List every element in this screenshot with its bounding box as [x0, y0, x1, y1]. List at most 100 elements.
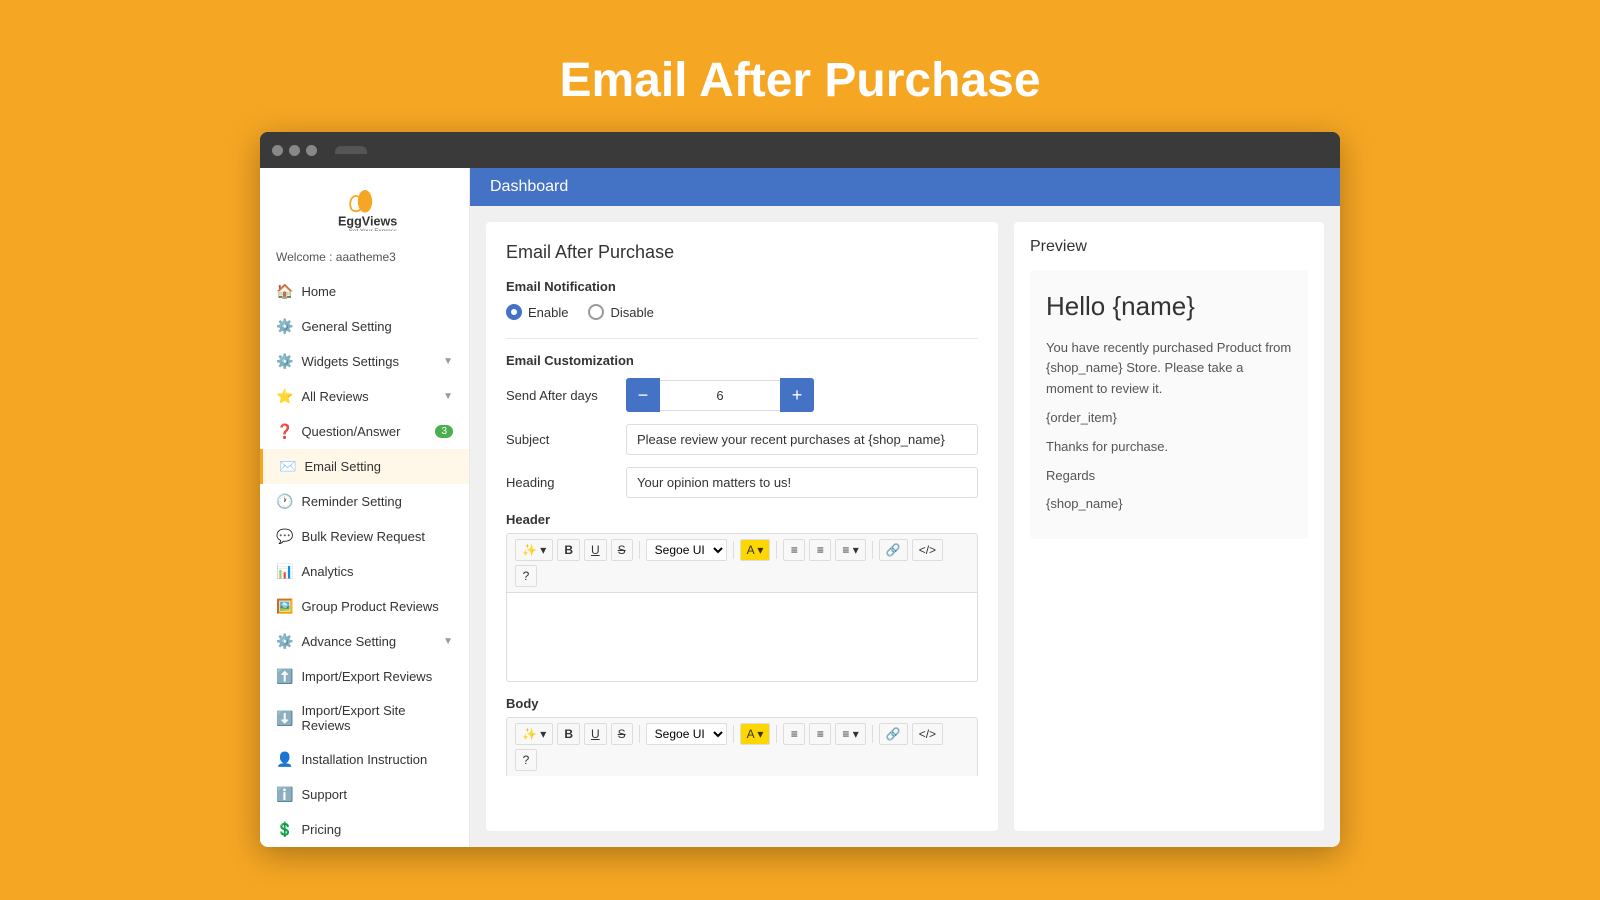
toolbar-help-btn[interactable]: ? — [515, 565, 537, 587]
nav-item-email-setting[interactable]: ✉️ Email Setting — [260, 449, 469, 484]
nav-label: Support — [301, 787, 347, 802]
preview-line2: {order_item} — [1046, 408, 1292, 429]
download-icon: ⬇️ — [276, 710, 293, 727]
body-toolbar-magic-btn[interactable]: ✨ ▾ — [515, 723, 553, 745]
body-toolbar-separator-3 — [776, 725, 777, 743]
toolbar-strikethrough-btn[interactable]: S — [611, 539, 633, 561]
nav-item-advance-setting[interactable]: ⚙️ Advance Setting ▼ — [260, 624, 469, 659]
qa-badge: 3 — [435, 425, 453, 438]
toolbar-separator-4 — [872, 541, 873, 559]
toolbar-code-btn[interactable]: </> — [912, 539, 943, 561]
stepper-plus-button[interactable]: + — [780, 378, 814, 412]
group-icon: 🖼️ — [276, 598, 293, 615]
nav-label: Installation Instruction — [301, 752, 427, 767]
nav-item-pricing[interactable]: 💲 Pricing — [260, 812, 469, 847]
nav-label: Question/Answer — [301, 424, 400, 439]
chevron-icon-3: ▼ — [443, 636, 453, 647]
nav-item-installation[interactable]: 👤 Installation Instruction — [260, 742, 469, 777]
toolbar-font-select[interactable]: Segoe UI — [646, 539, 727, 561]
preview-panel: Preview Hello {name} You have recently p… — [1014, 222, 1324, 831]
nav-label: Bulk Review Request — [301, 529, 425, 544]
toolbar-underline-btn[interactable]: U — [584, 539, 607, 561]
body-toolbar-link-btn[interactable]: 🔗 — [879, 723, 908, 745]
gear-icon: ⚙️ — [276, 318, 293, 335]
body-toolbar-bold-btn[interactable]: B — [557, 723, 580, 745]
stepper-row: − + — [626, 378, 814, 412]
body-toolbar-separator-4 — [872, 725, 873, 743]
disable-radio-option[interactable]: Disable — [588, 304, 653, 320]
stepper-value-input[interactable] — [660, 380, 780, 411]
heading-label: Heading — [506, 475, 616, 490]
disable-radio-circle[interactable] — [588, 304, 604, 320]
nav-item-analytics[interactable]: 📊 Analytics — [260, 554, 469, 589]
toolbar-ol-btn[interactable]: ≡ — [809, 539, 831, 561]
nav-label: Widgets Settings — [301, 354, 399, 369]
preview-content: Hello {name} You have recently purchased… — [1030, 270, 1308, 539]
nav-item-reminder-setting[interactable]: 🕐 Reminder Setting — [260, 484, 469, 519]
email-icon: ✉️ — [279, 458, 296, 475]
toolbar-separator-2 — [733, 541, 734, 559]
nav-item-question-answer[interactable]: ❓ Question/Answer 3 — [260, 414, 469, 449]
body-toolbar-underline-btn[interactable]: U — [584, 723, 607, 745]
body-toolbar-font-select[interactable]: Segoe UI — [646, 723, 727, 745]
heading-input[interactable] — [626, 467, 978, 498]
body-toolbar-code-btn[interactable]: </> — [912, 723, 943, 745]
user-icon: 👤 — [276, 751, 293, 768]
heading-row: Heading — [506, 467, 978, 498]
body-toolbar-ul-btn[interactable]: ≡ — [783, 723, 805, 745]
nav-item-group-product[interactable]: 🖼️ Group Product Reviews — [260, 589, 469, 624]
main-content: Dashboard Email After Purchase Email Not… — [470, 168, 1340, 847]
toolbar-align-btn[interactable]: ≡ ▾ — [835, 539, 865, 561]
body-toolbar-font-color-btn[interactable]: A ▾ — [740, 723, 771, 745]
subject-input[interactable] — [626, 424, 978, 455]
enable-radio-circle[interactable] — [506, 304, 522, 320]
nav-label: Import/Export Reviews — [301, 669, 432, 684]
nav-label: General Setting — [301, 319, 391, 334]
toolbar-bold-btn[interactable]: B — [557, 539, 580, 561]
nav-item-general-setting[interactable]: ⚙️ General Setting — [260, 309, 469, 344]
nav-item-support[interactable]: ℹ️ Support — [260, 777, 469, 812]
body-toolbar-ol-btn[interactable]: ≡ — [809, 723, 831, 745]
enable-radio-option[interactable]: Enable — [506, 304, 568, 320]
question-icon: ❓ — [276, 423, 293, 440]
toolbar-magic-btn[interactable]: ✨ ▾ — [515, 539, 553, 561]
preview-line3: Thanks for purchase. — [1046, 437, 1292, 458]
info-icon: ℹ️ — [276, 786, 293, 803]
stepper-minus-button[interactable]: − — [626, 378, 660, 412]
nav-item-import-site[interactable]: ⬇️ Import/Export Site Reviews — [260, 694, 469, 742]
chevron-icon: ▼ — [443, 356, 453, 367]
nav-item-import-reviews[interactable]: ⬆️ Import/Export Reviews — [260, 659, 469, 694]
gear-icon-2: ⚙️ — [276, 353, 293, 370]
header-editor-body[interactable] — [506, 592, 978, 682]
disable-label: Disable — [610, 305, 653, 320]
nav-item-bulk-review[interactable]: 💬 Bulk Review Request — [260, 519, 469, 554]
form-panel: Email After Purchase Email Notification … — [486, 222, 998, 831]
browser-bar — [260, 132, 1340, 168]
toolbar-link-btn[interactable]: 🔗 — [879, 539, 908, 561]
nav-item-all-reviews[interactable]: ⭐ All Reviews ▼ — [260, 379, 469, 414]
notification-section-label: Email Notification — [506, 279, 978, 294]
advance-gear-icon: ⚙️ — [276, 633, 293, 650]
body-toolbar-align-btn[interactable]: ≡ ▾ — [835, 723, 865, 745]
star-icon: ⭐ — [276, 388, 293, 405]
body-toolbar-separator-2 — [733, 725, 734, 743]
toolbar-ul-btn[interactable]: ≡ — [783, 539, 805, 561]
enable-label: Enable — [528, 305, 568, 320]
preview-line5: {shop_name} — [1046, 494, 1292, 515]
browser-dot-3 — [306, 145, 317, 156]
toolbar-separator-3 — [776, 541, 777, 559]
nav-item-home[interactable]: 🏠 Home — [260, 274, 469, 309]
body-toolbar-help-btn[interactable]: ? — [515, 749, 537, 771]
body-toolbar-strikethrough-btn[interactable]: S — [611, 723, 633, 745]
toolbar-separator-1 — [639, 541, 640, 559]
subject-label: Subject — [506, 432, 616, 447]
toolbar-font-color-btn[interactable]: A ▾ — [740, 539, 771, 561]
svg-text:EggViews: EggViews — [338, 215, 397, 229]
logo-area: EggViews Set Your Express — [260, 168, 469, 246]
nav-label: Reminder Setting — [301, 494, 401, 509]
notification-row: Enable Disable — [506, 304, 978, 320]
chat-icon: 💬 — [276, 528, 293, 545]
browser-window: EggViews Set Your Express Welcome : aaat… — [260, 132, 1340, 847]
preview-title: Preview — [1030, 238, 1308, 256]
nav-item-widgets-settings[interactable]: ⚙️ Widgets Settings ▼ — [260, 344, 469, 379]
